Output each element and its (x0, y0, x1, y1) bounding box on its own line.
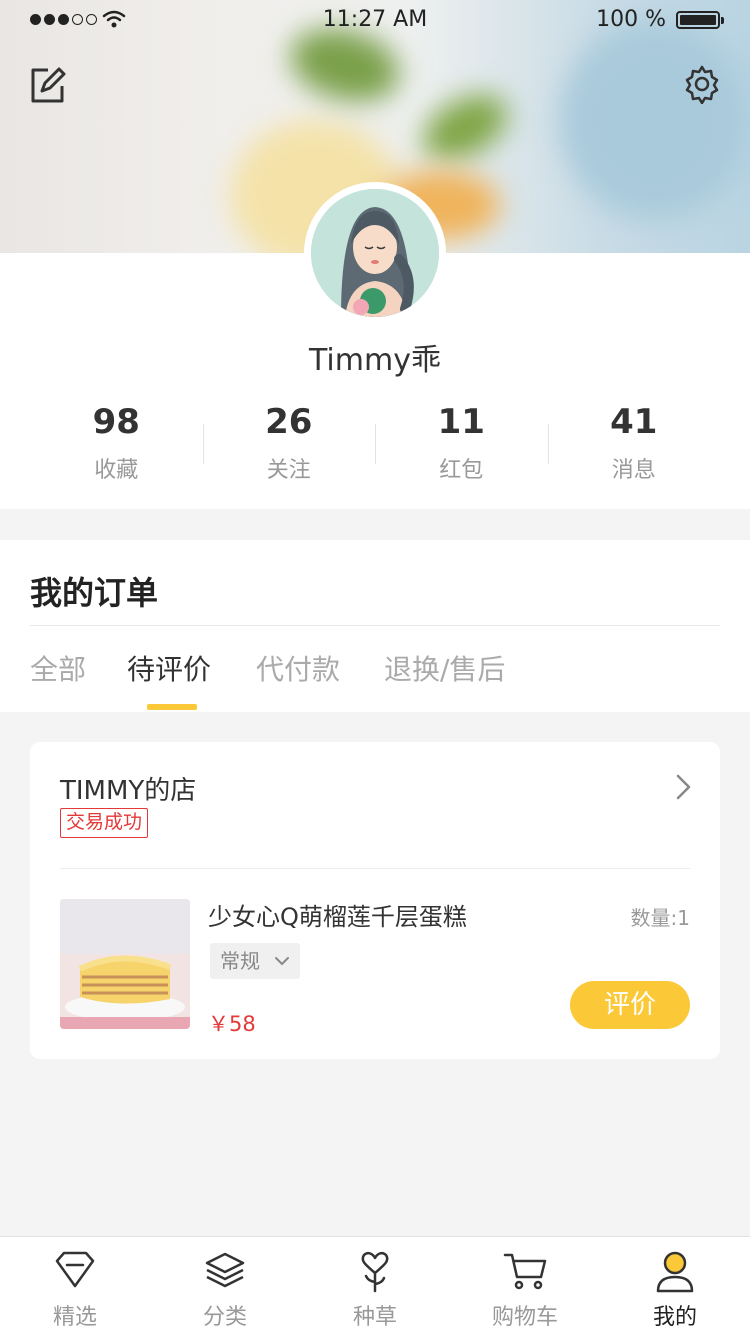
stat-label: 消息 (611, 458, 656, 483)
price: ￥58 (208, 1012, 256, 1036)
active-tab-indicator (147, 704, 197, 710)
tabbar-item-discover[interactable]: 种草 (300, 1237, 450, 1334)
stat-label: 收藏 (94, 458, 139, 483)
tabbar-label: 精选 (52, 1305, 97, 1330)
quantity: 数量:1 (630, 906, 690, 930)
stat-following[interactable]: 26 关注 (202, 400, 376, 490)
tabbar-label: 分类 (202, 1305, 247, 1330)
divider (30, 625, 720, 626)
spec-label: 常规 (220, 949, 260, 973)
tabbar-label: 购物车 (491, 1305, 558, 1330)
stat-value: 11 (437, 402, 485, 442)
product-image[interactable] (60, 899, 190, 1029)
stat-messages[interactable]: 41 消息 (547, 400, 721, 490)
chevron-right-icon[interactable] (670, 772, 696, 802)
stat-value: 41 (610, 402, 658, 442)
tab-all[interactable]: 全部 (30, 648, 86, 688)
layers-icon (205, 1252, 245, 1288)
stat-favorites[interactable]: 98 收藏 (30, 400, 203, 490)
tabbar-item-categories[interactable]: 分类 (150, 1237, 300, 1334)
tab-pending-payment[interactable]: 代付款 (256, 648, 340, 688)
order-card[interactable]: TIMMY的店 交易成功 少女心Q萌榴莲千层蛋糕 数量:1 常规 ￥58 评价 (30, 742, 720, 1059)
username: Timmy乖 (309, 343, 441, 378)
stat-value: 26 (265, 402, 313, 442)
orders-title: 我的订单 (30, 574, 159, 612)
heart-sprout-icon (361, 1251, 389, 1293)
product-name[interactable]: 少女心Q萌榴莲千层蛋糕 (208, 897, 467, 932)
stat-value: 98 (92, 402, 140, 442)
settings-gear-icon[interactable] (682, 64, 722, 104)
divider (60, 868, 690, 869)
user-icon (656, 1251, 694, 1293)
review-button[interactable]: 评价 (570, 981, 690, 1029)
status-bar: 11:27 AM 100 % (0, 0, 750, 40)
stats-row: 98 收藏 26 关注 11 红包 41 消息 (30, 400, 720, 490)
tabbar-label: 种草 (352, 1305, 397, 1330)
avatar[interactable] (304, 182, 446, 324)
stat-red-packets[interactable]: 11 红包 (375, 400, 548, 490)
battery-icon (676, 11, 724, 29)
tabbar-label: 我的 (652, 1305, 697, 1330)
tab-returns[interactable]: 退换/售后 (384, 648, 505, 688)
shop-name[interactable]: TIMMY的店 (60, 770, 196, 807)
status-badge: 交易成功 (60, 808, 149, 838)
tabbar-item-cart[interactable]: 购物车 (450, 1237, 600, 1334)
edit-icon[interactable] (28, 66, 68, 106)
diamond-icon (55, 1251, 95, 1288)
tabbar-item-me[interactable]: 我的 (600, 1237, 750, 1334)
stat-label: 红包 (439, 458, 484, 483)
orders-section: 我的订单 全部 待评价 代付款 退换/售后 (0, 540, 750, 712)
bottom-tab-bar: 精选 分类 种草 购物车 我的 (0, 1236, 750, 1334)
tab-to-review[interactable]: 待评价 (127, 648, 211, 688)
spec-selector[interactable]: 常规 (210, 943, 300, 979)
tabbar-item-featured[interactable]: 精选 (0, 1237, 150, 1334)
stat-label: 关注 (266, 458, 311, 483)
avatar-illustration (311, 189, 439, 317)
battery-percent: 100 % (596, 7, 666, 32)
chevron-down-icon (275, 957, 289, 966)
cart-icon (503, 1253, 547, 1290)
